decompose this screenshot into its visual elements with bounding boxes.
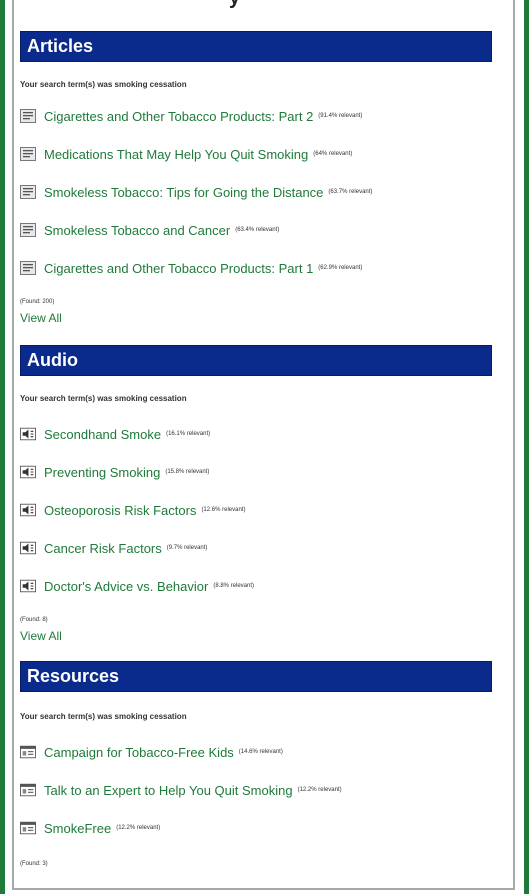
document-icon	[20, 261, 36, 275]
document-icon	[20, 223, 36, 237]
article-title[interactable]: Cigarettes and Other Tobacco Products: P…	[44, 109, 313, 124]
audio-found-count: (Found: 8)	[20, 617, 48, 623]
articles-list: Cigarettes and Other Tobacco Products: P…	[20, 97, 492, 287]
resource-title[interactable]: SmokeFree	[44, 821, 111, 836]
relevance-score: (63.4% relevant)	[235, 227, 280, 233]
audio-item[interactable]: Doctor's Advice vs. Behavior (8.8% relev…	[20, 567, 492, 605]
web-page-icon	[20, 745, 36, 759]
right-border-stripe	[524, 0, 529, 894]
audio-list: Secondhand Smoke (16.1% relevant) Preven…	[20, 415, 492, 605]
article-item[interactable]: Cigarettes and Other Tobacco Products: P…	[20, 249, 492, 287]
speaker-icon	[20, 579, 36, 593]
speaker-icon	[20, 541, 36, 555]
relevance-score: (12.2% relevant)	[116, 825, 161, 831]
relevance-score: (91.4% relevant)	[318, 113, 363, 119]
audio-title[interactable]: Secondhand Smoke	[44, 427, 161, 442]
relevance-score: (14.6% relevant)	[238, 749, 283, 755]
articles-header: Articles	[20, 31, 492, 62]
audio-title[interactable]: Preventing Smoking	[44, 465, 160, 480]
relevance-score: (8.8% relevant)	[213, 583, 255, 589]
article-item[interactable]: Smokeless Tobacco and Cancer (63.4% rele…	[20, 211, 492, 249]
page-title-fragment: y	[14, 0, 513, 16]
article-title[interactable]: Medications That May Help You Quit Smoki…	[44, 147, 308, 162]
document-icon	[20, 185, 36, 199]
articles-found-count: (Found: 200)	[20, 299, 55, 305]
audio-search-term: Your search term(s) was smoking cessatio…	[20, 394, 187, 403]
relevance-score: (63.7% relevant)	[328, 189, 373, 195]
audio-item[interactable]: Secondhand Smoke (16.1% relevant)	[20, 415, 492, 453]
web-page-icon	[20, 821, 36, 835]
audio-title[interactable]: Osteoporosis Risk Factors	[44, 503, 196, 518]
relevance-score: (12.6% relevant)	[201, 507, 246, 513]
document-icon	[20, 147, 36, 161]
speaker-icon	[20, 465, 36, 479]
speaker-icon	[20, 427, 36, 441]
relevance-score: (64% relevant)	[313, 151, 353, 157]
audio-section: Audio Your search term(s) was smoking ce…	[20, 345, 492, 643]
relevance-score: (12.2% relevant)	[297, 787, 342, 793]
audio-title[interactable]: Doctor's Advice vs. Behavior	[44, 579, 208, 594]
article-title[interactable]: Smokeless Tobacco and Cancer	[44, 223, 230, 238]
article-item[interactable]: Cigarettes and Other Tobacco Products: P…	[20, 97, 492, 135]
relevance-score: (16.1% relevant)	[166, 431, 211, 437]
articles-view-all-link[interactable]: View All	[20, 311, 492, 325]
resources-header: Resources	[20, 661, 492, 692]
article-item[interactable]: Medications That May Help You Quit Smoki…	[20, 135, 492, 173]
relevance-score: (9.7% relevant)	[166, 545, 208, 551]
document-icon	[20, 109, 36, 123]
resource-title[interactable]: Campaign for Tobacco-Free Kids	[44, 745, 234, 760]
audio-view-all-link[interactable]: View All	[20, 629, 492, 643]
article-title[interactable]: Smokeless Tobacco: Tips for Going the Di…	[44, 185, 323, 200]
resource-item[interactable]: Campaign for Tobacco-Free Kids (14.6% re…	[20, 733, 492, 771]
audio-item[interactable]: Preventing Smoking (15.8% relevant)	[20, 453, 492, 491]
relevance-score: (62.9% relevant)	[318, 265, 363, 271]
resource-item[interactable]: Talk to an Expert to Help You Quit Smoki…	[20, 771, 492, 809]
speaker-icon	[20, 503, 36, 517]
resources-list: Campaign for Tobacco-Free Kids (14.6% re…	[20, 733, 492, 847]
audio-title[interactable]: Cancer Risk Factors	[44, 541, 162, 556]
left-border-stripe	[0, 0, 5, 894]
web-page-icon	[20, 783, 36, 797]
articles-search-term: Your search term(s) was smoking cessatio…	[20, 80, 187, 89]
resources-found-count: (Found: 3)	[20, 861, 48, 867]
audio-item[interactable]: Cancer Risk Factors (9.7% relevant)	[20, 529, 492, 567]
resource-title[interactable]: Talk to an Expert to Help You Quit Smoki…	[44, 783, 293, 798]
resource-item[interactable]: SmokeFree (12.2% relevant)	[20, 809, 492, 847]
resources-section: Resources Your search term(s) was smokin…	[20, 661, 492, 867]
article-item[interactable]: Smokeless Tobacco: Tips for Going the Di…	[20, 173, 492, 211]
audio-item[interactable]: Osteoporosis Risk Factors (12.6% relevan…	[20, 491, 492, 529]
article-title[interactable]: Cigarettes and Other Tobacco Products: P…	[44, 261, 313, 276]
relevance-score: (15.8% relevant)	[165, 469, 210, 475]
audio-header: Audio	[20, 345, 492, 376]
resources-search-term: Your search term(s) was smoking cessatio…	[20, 712, 187, 721]
articles-section: Articles Your search term(s) was smoking…	[20, 31, 492, 325]
